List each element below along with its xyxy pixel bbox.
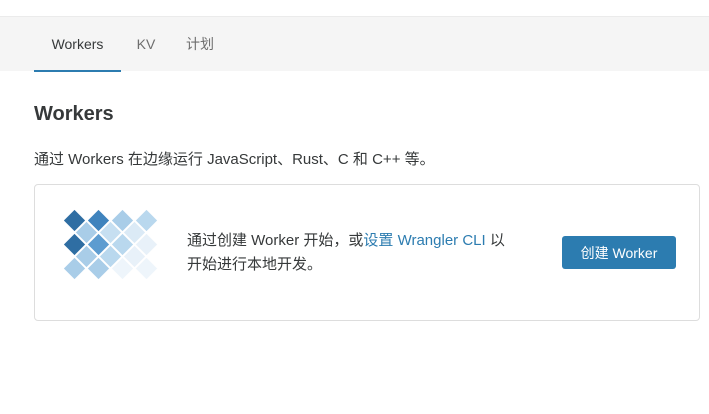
get-started-card: 通过创建 Worker 开始，或设置 Wrangler CLI 以开始进行本地开… [34, 184, 700, 321]
create-worker-button[interactable]: 创建 Worker [562, 236, 676, 269]
workers-diamond-grid-icon [63, 209, 158, 280]
get-started-text-prefix: 通过创建 Worker 开始，或 [187, 232, 364, 249]
tab-bar: Workers KV 计划 [0, 16, 709, 72]
tab-workers[interactable]: Workers [34, 17, 121, 72]
setup-wrangler-link[interactable]: 设置 Wrangler CLI [363, 232, 485, 249]
tab-plan[interactable]: 计划 [180, 17, 220, 72]
tab-kv[interactable]: KV [130, 17, 162, 72]
top-strip [0, 0, 709, 16]
get-started-text: 通过创建 Worker 开始，或设置 Wrangler CLI 以开始进行本地开… [187, 229, 507, 277]
page-description: 通过 Workers 在边缘运行 JavaScript、Rust、C 和 C++… [34, 151, 435, 168]
page-title: Workers [34, 103, 114, 125]
